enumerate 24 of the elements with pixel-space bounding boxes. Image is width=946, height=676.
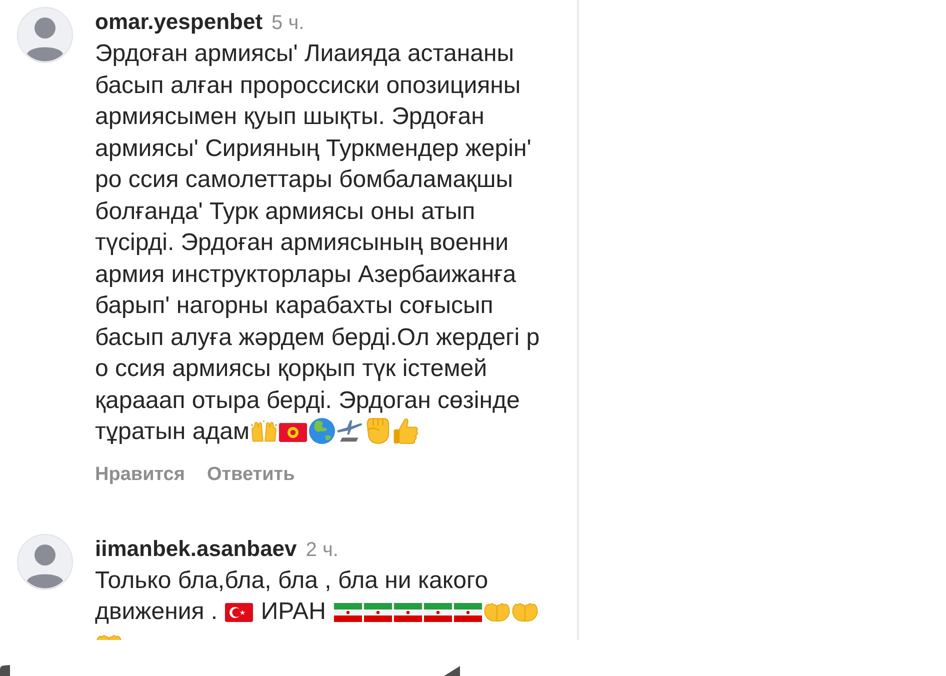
crescent-flag-icon xyxy=(225,603,254,622)
username[interactable]: omar.yespenbet xyxy=(95,8,263,36)
palms-up-icon xyxy=(512,603,538,622)
striped-flag-icon xyxy=(394,603,422,622)
sun-flag-icon xyxy=(278,423,307,442)
username[interactable]: iimanbek.asanbaev xyxy=(95,534,297,562)
raised-hands-icon xyxy=(250,418,277,444)
comment-time: 2 ч. xyxy=(306,538,338,562)
striped-flag-icon xyxy=(424,603,452,622)
striped-flag-icon xyxy=(364,603,392,622)
globe-icon xyxy=(308,418,335,444)
avatar-icon[interactable] xyxy=(17,534,73,590)
comment-text: Только бла,бла, бла , бла ни какого движения . ИРАН xyxy=(95,564,557,640)
thumbs-up-icon xyxy=(392,418,419,444)
avatar-icon[interactable] xyxy=(17,7,73,63)
comment-time: 5 ч. xyxy=(272,11,304,36)
comment-text: Эрдоған армиясы' Лиаияда астананы басып алған пророссиски опозицияны армиясымен қуып шықты. Эрдоған армиясы' Сирияның Туркмендер жерін' ро ссия самолеттары бомбаламақшы болғанда' Турк армиясы оны атып түсірді. Эрдоған армиясының военни армия инструкторлары Азербаижанға барып' нагорны карабахты соғысып басып алуға жәрдем берді.Ол жердегі р о ссия армиясы қорқып түк істемей қарааап отыра берді. Эрдоган сөзінде тұратын адам xyxy=(95,39,541,447)
triangle-shape xyxy=(444,666,460,676)
striped-flag-icon xyxy=(334,603,362,622)
striped-flag-icon xyxy=(454,603,482,622)
corner-shape xyxy=(0,665,10,676)
airplane-icon xyxy=(336,418,363,444)
palms-up-icon xyxy=(484,603,510,622)
fist-icon xyxy=(364,418,391,444)
